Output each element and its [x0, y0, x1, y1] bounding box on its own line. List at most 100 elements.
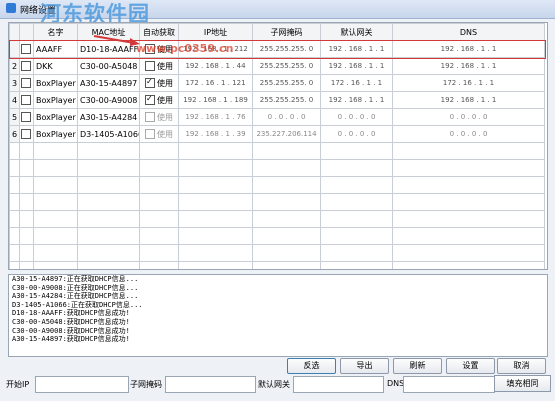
auto-obtain-checkbox[interactable]: [145, 94, 155, 105]
gateway-input[interactable]: [293, 376, 384, 393]
invert-selection-button[interactable]: 反选: [287, 358, 336, 374]
col-header-name[interactable]: 名字: [33, 23, 78, 41]
dns-address[interactable]: 0 . 0 . 0 . 0: [392, 108, 545, 126]
col-header-index: [9, 23, 20, 41]
col-header-ip[interactable]: IP地址: [178, 23, 253, 41]
row-select-cell[interactable]: [19, 74, 34, 92]
table-row[interactable]: AAAFF D10-18-AAAFF 使用 192 . 168 . 1 . 212 25…: [9, 39, 546, 59]
row-select-checkbox[interactable]: [20, 61, 31, 71]
dns-address[interactable]: 192 . 168 . 1 . 1: [392, 57, 545, 75]
mac-address: A30-15-A4284: [77, 108, 140, 126]
watermark-url: www.pc0359.cn: [136, 42, 234, 55]
log-panel[interactable]: A30-15-A4897:正在获取DHCP信息... C30-00-A9008:正…: [8, 274, 548, 357]
default-gateway[interactable]: 192 . 168 . 1 . 1: [320, 57, 393, 75]
cancel-button[interactable]: 取消: [497, 358, 546, 374]
default-gateway[interactable]: 172 . 16 . 1 . 1: [320, 74, 393, 92]
export-button[interactable]: 导出: [340, 358, 389, 374]
device-name: DKK: [33, 57, 78, 75]
auto-obtain-cell[interactable]: 使用: [139, 108, 179, 126]
table-row[interactable]: 4 BoxPlayerC30-00-A9008 使用 192 . 168 . 1 . …: [9, 91, 545, 109]
mac-address: D3-1405-A1066: [77, 125, 140, 143]
subnet-mask[interactable]: 0 . 0 . 0 . 0: [252, 108, 321, 126]
row-select-checkbox[interactable]: [20, 44, 31, 54]
subnet-mask[interactable]: 255.255.255. 0: [252, 74, 321, 92]
row-select-checkbox[interactable]: [20, 112, 31, 122]
row-select-cell[interactable]: [19, 40, 34, 58]
default-gateway[interactable]: 192 . 168 . 1 . 1: [320, 40, 393, 58]
default-gateway[interactable]: 192 . 168 . 1 . 1: [320, 91, 393, 109]
auto-obtain-checkbox[interactable]: [145, 112, 155, 122]
auto-obtain-checkbox[interactable]: [145, 77, 155, 88]
gateway-label: 默认网关: [258, 380, 290, 389]
row-number: 2: [9, 57, 20, 75]
mask-input[interactable]: [165, 376, 256, 393]
start-ip-input[interactable]: [35, 376, 129, 393]
dns-address[interactable]: 0 . 0 . 0 . 0: [392, 125, 545, 143]
col-header-mask[interactable]: 子网掩码: [252, 23, 321, 41]
auto-obtain-label: 使用: [157, 112, 173, 122]
row-select-cell[interactable]: [19, 91, 34, 109]
auto-obtain-checkbox[interactable]: [145, 129, 155, 139]
auto-obtain-label: 使用: [157, 61, 173, 71]
ip-address[interactable]: 172 . 16 . 1 . 121: [178, 74, 253, 92]
default-gateway[interactable]: 0 . 0 . 0 . 0: [320, 125, 393, 143]
auto-obtain-label: 使用: [157, 129, 173, 139]
col-header-select: [19, 23, 34, 41]
table-row[interactable]: 6 BoxPlayer D3-1405-A1066 使用 192 . 168 . 1 .…: [9, 125, 545, 143]
row-select-checkbox[interactable]: [20, 95, 31, 105]
ip-address[interactable]: 192 . 168 . 1 . 39: [178, 125, 253, 143]
log-line: A30-15-A4897:正在获取DHCP信息...: [12, 275, 139, 283]
dns-label: DNS: [387, 379, 405, 388]
row-select-cell[interactable]: [19, 125, 34, 143]
refresh-button[interactable]: 刷新: [393, 358, 442, 374]
ip-address[interactable]: 192 . 168 . 1 . 189: [178, 91, 253, 109]
default-gateway[interactable]: 0 . 0 . 0 . 0: [320, 108, 393, 126]
table-header-row: 名字 MAC地址 自动获取 IP地址 子网掩码 默认网关 DNS: [9, 23, 545, 41]
row-number: [9, 40, 20, 58]
log-line: C30-00-A9008:获取DHCP信息成功!: [12, 326, 130, 335]
dns-address[interactable]: 172 . 16 . 1 . 1: [392, 74, 545, 92]
table-row[interactable]: 5 BoxPlayer A30-15-A4284 使用 192 . 168 . 1 . …: [9, 108, 545, 126]
col-header-dns[interactable]: DNS: [392, 23, 545, 41]
device-name: BoxPlayer: [33, 108, 78, 126]
auto-obtain-checkbox[interactable]: [145, 61, 155, 71]
row-select-checkbox[interactable]: [20, 129, 31, 139]
row-select-cell[interactable]: [19, 57, 34, 75]
device-name: AAAFF: [33, 40, 78, 58]
mask-label: 子网掩码: [130, 380, 162, 389]
device-name: BoxPlayer: [33, 74, 78, 92]
auto-obtain-label: 使用: [157, 95, 173, 105]
start-ip-label: 开始IP: [6, 380, 30, 389]
auto-obtain-cell[interactable]: 使用: [139, 74, 179, 92]
log-line: C30-00-A5048:获取DHCP信息成功!: [12, 317, 130, 326]
dns-address[interactable]: 192 . 168 . 1 . 1: [392, 91, 545, 109]
row-number: 4: [9, 91, 20, 109]
auto-obtain-cell[interactable]: 使用: [139, 57, 179, 75]
auto-obtain-cell[interactable]: 使用: [139, 125, 179, 143]
auto-obtain-label: 使用: [157, 78, 173, 88]
auto-obtain-cell[interactable]: 使用: [139, 91, 179, 109]
settings-button[interactable]: 设置: [446, 358, 495, 374]
mac-address: A30-15-A4897: [77, 74, 140, 92]
row-number: 6: [9, 125, 20, 143]
subnet-mask[interactable]: 255.255.255. 0: [252, 57, 321, 75]
ip-address[interactable]: 192 . 168 . 1 . 76: [178, 108, 253, 126]
row-select-cell[interactable]: [19, 108, 34, 126]
col-header-auto[interactable]: 自动获取: [139, 23, 179, 41]
table-row[interactable]: 3 BoxPlayerA30-15-A4897 使用 172 . 16 . 1 . 1…: [9, 74, 545, 92]
fill-same-button[interactable]: 填充相同: [494, 375, 551, 392]
row-select-checkbox[interactable]: [20, 78, 31, 88]
device-table: 名字 MAC地址 自动获取 IP地址 子网掩码 默认网关 DNS AAAFF D1…: [8, 22, 548, 270]
ip-address[interactable]: 192 . 168 . 1 . 44: [178, 57, 253, 75]
subnet-mask[interactable]: 255.255.255. 0: [252, 40, 321, 58]
mac-address: C30-00-A9008: [77, 91, 140, 109]
subnet-mask[interactable]: 235.227.206.114: [252, 125, 321, 143]
table-row[interactable]: 2 DKK C30-00-A5048 使用 192 . 168 . 1 . 44 255.…: [9, 57, 545, 75]
device-name: BoxPlayer: [33, 125, 78, 143]
log-line: A30-15-A4284:正在获取DHCP信息...: [12, 292, 139, 301]
dns-address[interactable]: 192 . 168 . 1 . 1: [392, 40, 545, 58]
subnet-mask[interactable]: 255.255.255. 0: [252, 91, 321, 109]
dns-input[interactable]: [403, 376, 495, 393]
mac-address: C30-00-A5048: [77, 57, 140, 75]
col-header-gateway[interactable]: 默认网关: [320, 23, 393, 41]
